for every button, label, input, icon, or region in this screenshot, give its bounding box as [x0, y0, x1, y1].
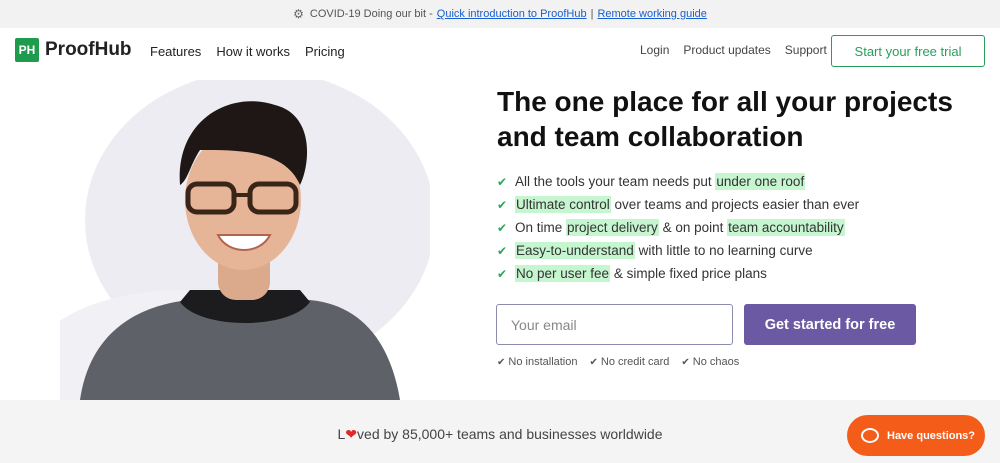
perk-item: ✔ No chaos	[681, 356, 740, 368]
chat-label: Have questions?	[887, 429, 976, 442]
main-nav: PH ProofHub Features How it works Pricin…	[0, 28, 1000, 74]
nav-pricing[interactable]: Pricing	[305, 44, 345, 59]
check-icon: ✔	[589, 357, 598, 368]
feature-highlight: Ultimate control	[515, 196, 611, 213]
announcement-bar: ⚙ COVID-19 Doing our bit - Quick introdu…	[0, 0, 1000, 28]
check-icon: ✔	[497, 243, 508, 258]
check-icon: ✔	[497, 197, 508, 212]
nav-login[interactable]: Login	[640, 43, 669, 57]
feature-highlight: Easy-to-understand	[515, 242, 635, 259]
check-icon: ✔	[681, 357, 690, 368]
feature-highlight: team accountability	[727, 219, 845, 236]
announcement-text: COVID-19 Doing our bit -	[309, 8, 433, 20]
logo-text: ProofHub	[45, 39, 132, 60]
primary-menu: Features How it works Pricing	[150, 44, 345, 59]
check-icon: ✔	[497, 174, 508, 189]
logo[interactable]: PH ProofHub	[15, 38, 132, 62]
feature-item: ✔ All the tools your team needs put unde…	[497, 170, 859, 193]
perk-item: ✔ No credit card	[589, 356, 670, 368]
feature-highlight: project delivery	[566, 219, 659, 236]
feature-item: ✔ No per user fee & simple fixed price p…	[497, 262, 859, 285]
gear-icon: ⚙	[293, 7, 304, 21]
feature-item: ✔ Ultimate control over teams and projec…	[497, 193, 859, 216]
remote-guide-link[interactable]: Remote working guide	[597, 8, 706, 20]
perks-list: ✔ No installation ✔ No credit card ✔ No cha…	[497, 356, 739, 368]
feature-item: ✔ Easy-to-understand with little to no l…	[497, 239, 859, 262]
separator: |	[590, 8, 594, 20]
feature-highlight: No per user fee	[515, 265, 611, 282]
feature-text: All the tools your team needs put under …	[515, 173, 806, 190]
get-started-button[interactable]: Get started for free	[744, 304, 916, 345]
intro-link[interactable]: Quick introduction to ProofHub	[437, 8, 587, 20]
nav-how-it-works[interactable]: How it works	[216, 44, 290, 59]
hero-photo	[60, 80, 430, 400]
heart-icon: ❤	[345, 426, 358, 442]
check-icon: ✔	[497, 357, 506, 368]
nav-features[interactable]: Features	[150, 44, 201, 59]
feature-text: No per user fee & simple fixed price pla…	[515, 265, 767, 282]
feature-highlight: under one roof	[715, 173, 806, 190]
nav-product-updates[interactable]: Product updates	[683, 43, 770, 57]
check-icon: ✔	[497, 266, 508, 281]
chat-widget-button[interactable]: Have questions?	[847, 415, 985, 456]
person-illustration	[60, 80, 430, 400]
logo-mark: PH	[15, 38, 39, 62]
feature-text: Ultimate control over teams and projects…	[515, 196, 860, 213]
check-icon: ✔	[497, 220, 508, 235]
chat-bubble-icon	[861, 428, 879, 443]
perk-item: ✔ No installation	[497, 356, 578, 368]
feature-text: On time project delivery & on point team…	[515, 219, 845, 236]
start-free-trial-button[interactable]: Start your free trial	[831, 35, 985, 67]
hero-title: The one place for all your projects and …	[497, 86, 953, 152]
secondary-menu: Login Product updates Support	[640, 43, 827, 57]
email-input[interactable]	[496, 304, 733, 345]
feature-text: Easy-to-understand with little to no lea…	[515, 242, 813, 259]
nav-support[interactable]: Support	[785, 43, 827, 57]
feature-list: ✔ All the tools your team needs put unde…	[497, 170, 859, 285]
feature-item: ✔ On time project delivery & on point te…	[497, 216, 859, 239]
